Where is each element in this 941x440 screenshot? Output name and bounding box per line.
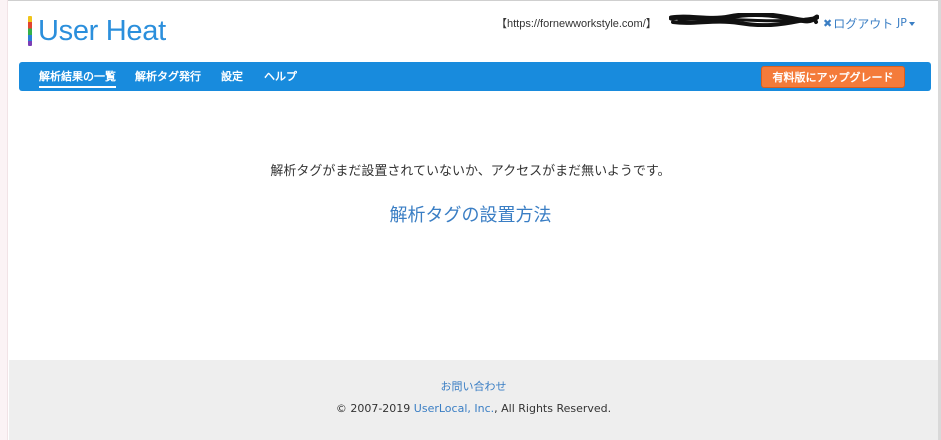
copyright-suffix: , All Rights Reserved.: [494, 402, 612, 415]
site-url-label: 【https://fornewworkstyle.com/】: [496, 18, 657, 30]
nav-analysis-results[interactable]: 解析結果の一覧: [39, 68, 116, 88]
user-heat-logo[interactable]: User Heat: [28, 14, 166, 48]
redacted-account-scribble: [669, 13, 819, 27]
logout-link[interactable]: ✖ ログアウト: [823, 15, 893, 32]
upgrade-button[interactable]: 有料版にアップグレード: [761, 66, 905, 88]
language-label: JP: [897, 16, 907, 29]
logo-text: User Heat: [38, 15, 166, 47]
chevron-down-icon: [908, 21, 915, 26]
copyright-text: © 2007-2019 UserLocal, Inc., All Rights …: [9, 402, 938, 415]
nav-issue-tag[interactable]: 解析タグ発行: [135, 68, 201, 84]
close-x-icon: ✖: [823, 17, 833, 30]
language-dropdown[interactable]: JP: [897, 16, 915, 29]
main-navbar: 解析結果の一覧 解析タグ発行 設定 ヘルプ 有料版にアップグレード: [19, 62, 931, 91]
page-footer: お問い合わせ © 2007-2019 UserLocal, Inc., All …: [9, 360, 938, 440]
nav-help[interactable]: ヘルプ: [264, 68, 297, 84]
copyright-prefix: © 2007-2019: [335, 402, 414, 415]
logout-label: ログアウト: [833, 17, 894, 31]
window-top-border: [0, 0, 941, 1]
heat-gradient-icon: [28, 16, 32, 46]
contact-link[interactable]: お問い合わせ: [9, 378, 938, 394]
nav-settings[interactable]: 設定: [221, 68, 243, 84]
no-data-message: 解析タグがまだ設置されていないか、アクセスがまだ無いようです。: [270, 164, 671, 179]
company-link[interactable]: UserLocal, Inc.: [414, 402, 494, 415]
tag-setup-guide-link[interactable]: 解析タグの設置方法: [0, 201, 941, 227]
